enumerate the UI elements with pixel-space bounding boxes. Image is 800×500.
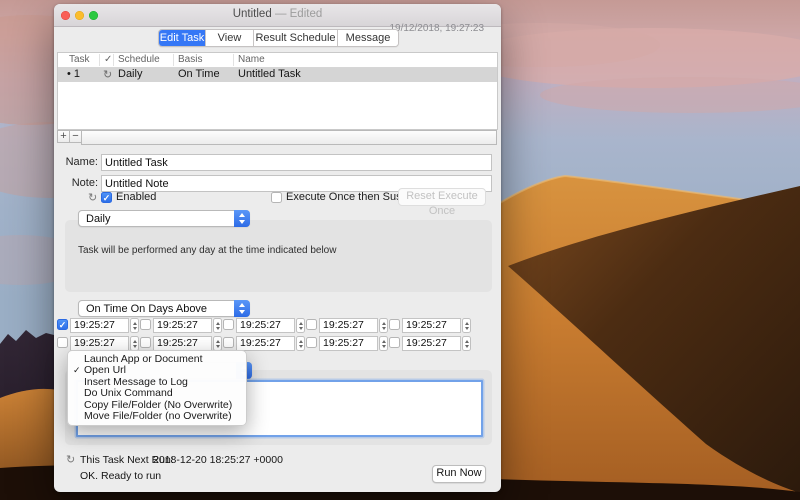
table-toolbar: + −	[57, 130, 497, 145]
edited-indicator: — Edited	[275, 8, 322, 20]
time-field[interactable]: 19:25:27	[70, 318, 129, 333]
time-cell: 19:25:27	[389, 336, 471, 351]
run-now-button[interactable]: Run Now	[432, 465, 486, 483]
task-schedule: Daily	[118, 68, 142, 80]
task-basis: On Time	[178, 68, 220, 80]
time-cell: 19:25:27	[306, 336, 388, 351]
tab-edit-task[interactable]: Edit Task	[159, 30, 206, 46]
time-checkbox[interactable]	[57, 337, 68, 348]
enabled-label: Enabled	[116, 191, 156, 203]
tab-result-schedule[interactable]: Result Schedule	[254, 30, 338, 46]
time-cell: ✓ 19:25:27	[57, 318, 139, 333]
time-cell: 19:25:27	[140, 318, 222, 333]
time-stepper[interactable]	[462, 336, 471, 351]
toolbar-filler	[81, 130, 497, 145]
time-field[interactable]: 19:25:27	[70, 336, 129, 351]
time-field[interactable]: 19:25:27	[236, 336, 295, 351]
app-window: Untitled — Edited 19/12/2018, 19:27:23 E…	[54, 4, 501, 492]
time-cell: 19:25:27	[140, 336, 222, 351]
column-basis: Basis	[178, 54, 202, 65]
time-field[interactable]: 19:25:27	[319, 318, 378, 333]
next-run-refresh-icon: ↻	[66, 453, 75, 466]
time-field[interactable]: 19:25:27	[402, 318, 461, 333]
popup-chevrons-icon	[234, 300, 250, 317]
time-stepper[interactable]	[213, 336, 222, 351]
current-datetime: 19/12/2018, 19:27:23	[389, 23, 484, 34]
schedule-popup[interactable]: Daily	[78, 210, 250, 227]
name-field[interactable]	[101, 154, 492, 171]
task-row-selected[interactable]: • 1 ↻ Daily On Time Untitled Task	[58, 68, 497, 82]
time-field[interactable]: 19:25:27	[153, 318, 212, 333]
time-stepper[interactable]	[296, 336, 305, 351]
task-name: Untitled Task	[238, 68, 301, 80]
time-checkbox[interactable]	[389, 337, 400, 348]
time-stepper[interactable]	[213, 318, 222, 333]
time-cell: 19:25:27	[223, 336, 305, 351]
time-stepper[interactable]	[379, 318, 388, 333]
time-stepper[interactable]	[462, 318, 471, 333]
time-field[interactable]: 19:25:27	[236, 318, 295, 333]
time-checkbox[interactable]: ✓	[57, 319, 68, 330]
time-cell: 19:25:27	[223, 318, 305, 333]
refresh-icon: ↻	[88, 191, 97, 204]
action-dropdown-menu: Launch App or Document ✓Open Url Insert …	[67, 350, 247, 426]
menu-item-move-file[interactable]: Move File/Folder (no Overwrite)	[68, 411, 246, 422]
column-schedule: Schedule	[118, 54, 160, 65]
tab-bar: Edit Task View Task Result Schedule Mess…	[158, 29, 399, 47]
window-title: Untitled — Edited	[54, 8, 501, 20]
task-table: Task ✓ Schedule Basis Name • 1 ↻ Daily O…	[57, 52, 498, 130]
time-cell: 19:25:27	[306, 318, 388, 333]
basis-popup[interactable]: On Time On Days Above	[78, 300, 250, 317]
column-check: ✓	[104, 54, 112, 65]
reset-execute-once-button[interactable]: Reset Execute Once	[398, 188, 486, 206]
repeat-icon: ↻	[103, 68, 112, 81]
time-stepper[interactable]	[130, 318, 139, 333]
time-checkbox[interactable]	[306, 319, 317, 330]
tab-view-task[interactable]: View Task	[206, 30, 254, 46]
tab-message-log[interactable]: Message Log	[338, 30, 398, 46]
column-task: Task	[69, 54, 90, 65]
task-table-header: Task ✓ Schedule Basis Name	[58, 53, 497, 68]
time-checkbox[interactable]	[389, 319, 400, 330]
time-checkbox[interactable]	[223, 337, 234, 348]
task-number: • 1	[67, 68, 80, 80]
menu-check-icon: ✓	[73, 365, 81, 376]
time-stepper[interactable]	[130, 336, 139, 351]
time-stepper[interactable]	[296, 318, 305, 333]
execute-once-checkbox[interactable]	[271, 192, 282, 203]
status-message: OK. Ready to run	[80, 470, 161, 482]
enabled-checkbox[interactable]: ✓	[101, 192, 112, 203]
time-cell: 19:25:27	[389, 318, 471, 333]
time-field[interactable]: 19:25:27	[319, 336, 378, 351]
column-name: Name	[238, 54, 265, 65]
time-checkbox[interactable]	[140, 337, 151, 348]
next-run-value: 2018-12-20 18:25:27 +0000	[153, 454, 283, 466]
time-cell: 19:25:27	[57, 336, 139, 351]
popup-chevrons-icon	[234, 210, 250, 227]
time-field[interactable]: 19:25:27	[153, 336, 212, 351]
time-checkbox[interactable]	[306, 337, 317, 348]
schedule-description: Task will be performed any day at the ti…	[78, 245, 336, 256]
time-checkbox[interactable]	[223, 319, 234, 330]
time-checkbox[interactable]	[140, 319, 151, 330]
name-label: Name:	[54, 156, 98, 168]
time-field[interactable]: 19:25:27	[402, 336, 461, 351]
schedule-panel: Task will be performed any day at the ti…	[65, 220, 492, 292]
note-label: Note:	[54, 177, 98, 189]
desktop: Untitled — Edited 19/12/2018, 19:27:23 E…	[0, 0, 800, 500]
time-stepper[interactable]	[379, 336, 388, 351]
